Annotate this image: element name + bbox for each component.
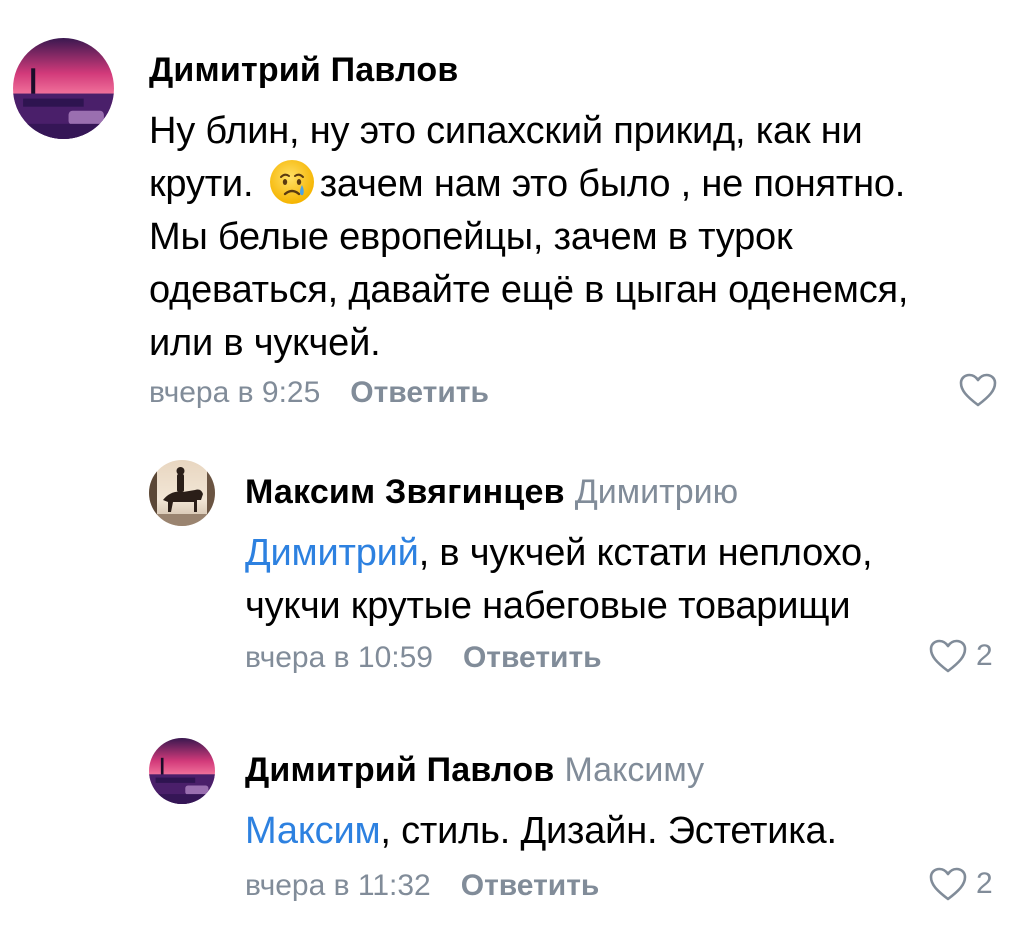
text-line: или в чукчей. (149, 322, 381, 364)
avatar-image (13, 38, 114, 139)
avatar-image (149, 460, 215, 526)
timestamp: вчера в 9:25 (149, 376, 321, 409)
text-line: Максим, стиль. Дизайн. Эстетика. (245, 805, 1015, 858)
comment-text: Ну блин, ну это сипахский прикид, как ни… (149, 105, 1009, 370)
avatar-image (149, 738, 215, 804)
text-line: Ну блин, ну это сипахский прикид, как ни (149, 110, 863, 152)
like-button[interactable]: 2 (928, 638, 993, 674)
crying-face-emoji-icon (268, 158, 316, 206)
comment-meta: вчера в 10:59 Ответить (245, 640, 602, 676)
like-count: 2 (976, 639, 993, 672)
comment-meta: вчера в 11:32 Ответить (245, 868, 599, 904)
like-button[interactable]: 2 (928, 866, 993, 902)
reply-button[interactable]: Ответить (350, 376, 489, 409)
author-line: Димитрий Павлов (149, 50, 458, 90)
text-fragment: зачем нам это было , не понятно. (319, 163, 906, 205)
mention-link[interactable]: Димитрий (245, 532, 419, 574)
heart-outline-icon (959, 373, 997, 407)
heart-outline-icon (929, 639, 967, 673)
timestamp: вчера в 11:32 (245, 869, 431, 902)
comment-text: Димитрий, в чукчей кстати неплохо, чукчи… (245, 527, 1015, 633)
reply-button[interactable]: Ответить (461, 869, 600, 902)
mention-link[interactable]: Максим (245, 810, 381, 852)
comment-text: Максим, стиль. Дизайн. Эстетика. (245, 805, 1015, 858)
like-count: 2 (976, 867, 993, 900)
timestamp: вчера в 10:59 (245, 641, 433, 674)
text-line: Димитрий, в чукчей кстати неплохо, (245, 527, 1015, 580)
reply-to-label[interactable]: Максиму (564, 751, 704, 789)
heart-outline-icon (929, 867, 967, 901)
text-fragment: , в чукчей кстати неплохо, (418, 532, 873, 574)
text-fragment: , стиль. Дизайн. Эстетика. (380, 810, 837, 852)
avatar-dimitriy-pavlov[interactable] (13, 38, 114, 139)
author-name[interactable]: Максим Звягинцев (245, 473, 565, 511)
author-name[interactable]: Димитрий Павлов (149, 51, 458, 89)
text-line: одеваться, давайте ещё в цыган оденемся, (149, 269, 909, 311)
text-line: Мы белые европейцы, зачем в турок (149, 216, 793, 258)
reply-to-label[interactable]: Димитрию (575, 473, 738, 511)
avatar-dimitriy-pavlov[interactable] (149, 738, 215, 804)
text-line: чукчи крутые набеговые товарищи (245, 585, 851, 627)
text-fragment: крути. (149, 163, 264, 205)
text-line: крути. зачем нам это было , не понятно. (149, 158, 1009, 211)
author-name[interactable]: Димитрий Павлов (245, 751, 554, 789)
like-button[interactable] (958, 372, 998, 408)
avatar-maksim-zvyagintsev[interactable] (149, 460, 215, 526)
comment-meta: вчера в 9:25 Ответить (149, 375, 489, 411)
author-line: Максим Звягинцев Димитрию (245, 472, 738, 512)
reply-button[interactable]: Ответить (463, 641, 602, 674)
author-line: Димитрий Павлов Максиму (245, 750, 704, 790)
